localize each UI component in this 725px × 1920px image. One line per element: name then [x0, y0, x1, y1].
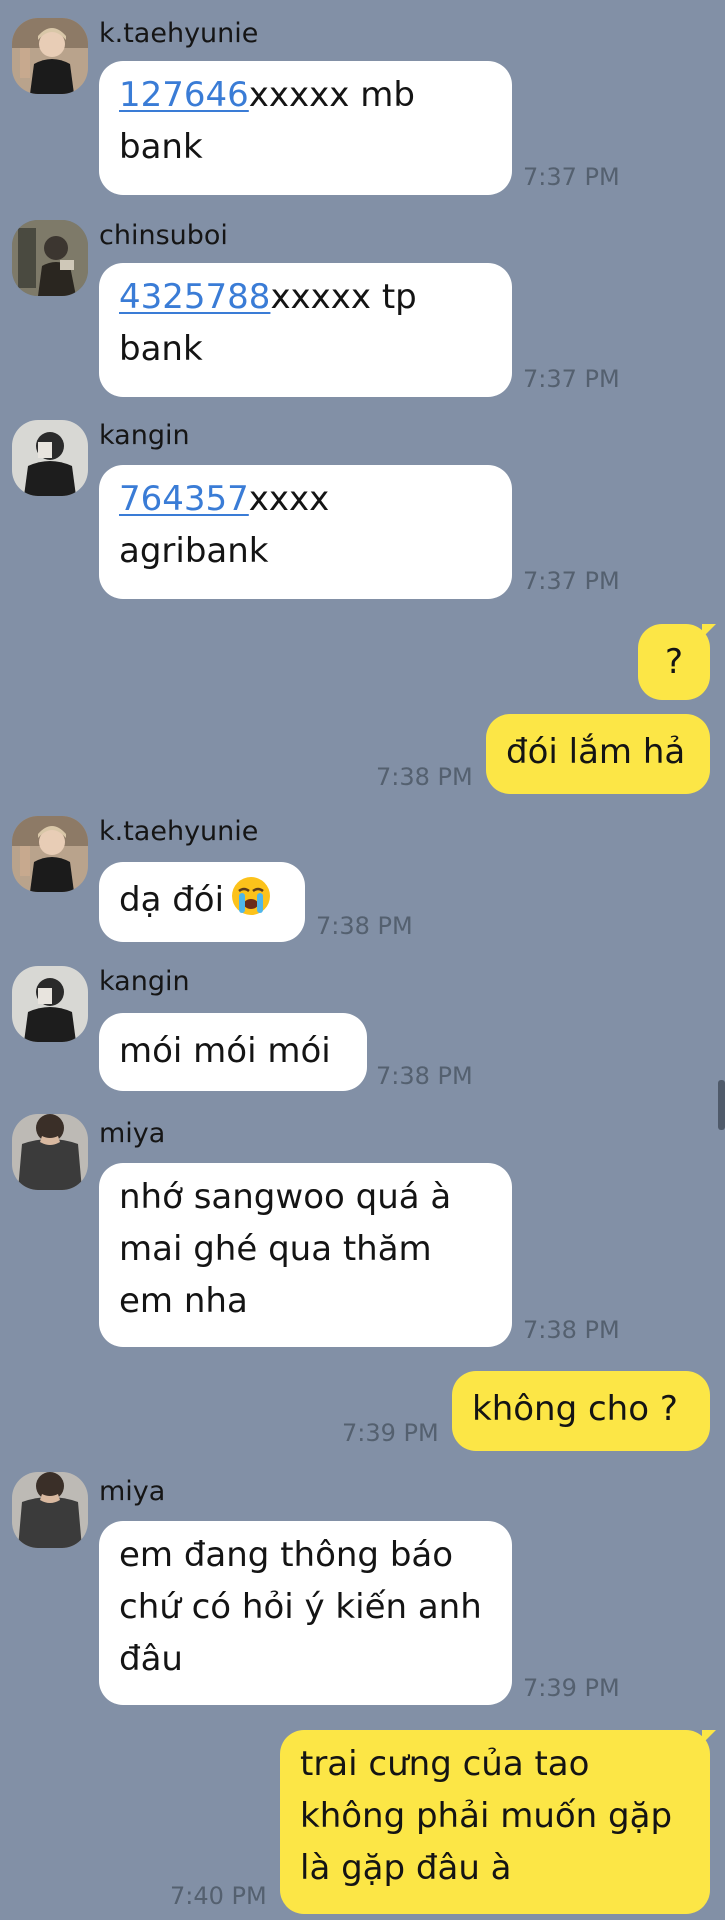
- avatar-kangin[interactable]: [12, 420, 88, 496]
- account-number-link[interactable]: 764357: [119, 479, 249, 519]
- message-text: nhớ sangwoo quá à: [119, 1177, 452, 1217]
- bubble-tail: [702, 1730, 716, 1744]
- message-text: bank: [119, 329, 203, 369]
- message-text: mai ghé qua thăm: [119, 1229, 432, 1269]
- message-text: dạ đói: [119, 880, 225, 920]
- timestamp: 7:38 PM: [376, 763, 473, 791]
- timestamp: 7:39 PM: [523, 1674, 620, 1702]
- message-text: đâu: [119, 1639, 183, 1679]
- message-text: không cho ?: [472, 1389, 678, 1429]
- message-bubble-outgoing[interactable]: không cho ?: [452, 1371, 710, 1451]
- message-text: ?: [664, 642, 684, 682]
- timestamp: 7:37 PM: [523, 567, 620, 595]
- avatar-ktaehyunie[interactable]: [12, 816, 88, 892]
- message-bubble[interactable]: 764357xxxx agribank: [99, 465, 512, 599]
- message-bubble[interactable]: em đang thông báo chứ có hỏi ý kiến anh …: [99, 1521, 512, 1705]
- message-text: em đang thông báo: [119, 1535, 454, 1575]
- message-bubble-outgoing[interactable]: ?: [638, 624, 710, 700]
- timestamp: 7:39 PM: [342, 1419, 439, 1447]
- message-bubble[interactable]: mói mói mói: [99, 1013, 367, 1091]
- message-text: xxxxx mb: [248, 75, 415, 115]
- timestamp: 7:38 PM: [376, 1062, 473, 1090]
- avatar-miya[interactable]: [12, 1472, 88, 1548]
- message-bubble[interactable]: nhớ sangwoo quá à mai ghé qua thăm em nh…: [99, 1163, 512, 1347]
- loudly-crying-face-emoji: [230, 875, 272, 932]
- timestamp: 7:37 PM: [523, 365, 620, 393]
- account-number-link[interactable]: 127646: [119, 75, 249, 115]
- avatar-chinsuboi[interactable]: [12, 220, 88, 296]
- message-bubble-outgoing[interactable]: đói lắm hả: [486, 714, 710, 794]
- sender-name: chinsuboi: [99, 220, 228, 251]
- message-text: bank: [119, 127, 203, 167]
- bubble-tail: [702, 624, 716, 638]
- sender-name: k.taehyunie: [99, 816, 259, 847]
- avatar-miya[interactable]: [12, 1114, 88, 1190]
- message-bubble[interactable]: dạ đói: [99, 862, 305, 942]
- message-text: trai cưng của tao: [300, 1744, 590, 1784]
- account-number-link[interactable]: 4325788: [119, 277, 270, 317]
- avatar-ktaehyunie[interactable]: [12, 18, 88, 94]
- sender-name: miya: [99, 1118, 166, 1149]
- sender-name: miya: [99, 1476, 166, 1507]
- sender-name: k.taehyunie: [99, 18, 259, 49]
- message-text: mói mói mói: [119, 1031, 331, 1071]
- scrollbar-thumb[interactable]: [718, 1080, 725, 1130]
- sender-name: kangin: [99, 420, 190, 451]
- message-text: đói lắm hả: [506, 732, 686, 772]
- message-text: là gặp đâu à: [300, 1848, 512, 1888]
- timestamp: 7:38 PM: [523, 1316, 620, 1344]
- message-text: xxxx: [248, 479, 330, 519]
- timestamp: 7:37 PM: [523, 163, 620, 191]
- timestamp: 7:38 PM: [316, 912, 413, 940]
- avatar-kangin[interactable]: [12, 966, 88, 1042]
- message-bubble[interactable]: 127646xxxxx mb bank: [99, 61, 512, 195]
- message-text: em nha: [119, 1281, 248, 1321]
- message-bubble-outgoing[interactable]: trai cưng của tao không phải muốn gặp là…: [280, 1730, 710, 1914]
- message-bubble[interactable]: 4325788xxxxx tp bank: [99, 263, 512, 397]
- message-text: chứ có hỏi ý kiến anh: [119, 1587, 482, 1627]
- message-text: agribank: [119, 531, 269, 571]
- message-text: không phải muốn gặp: [300, 1796, 673, 1836]
- sender-name: kangin: [99, 966, 190, 997]
- timestamp: 7:40 PM: [170, 1882, 267, 1910]
- message-text: xxxxx tp: [270, 277, 417, 317]
